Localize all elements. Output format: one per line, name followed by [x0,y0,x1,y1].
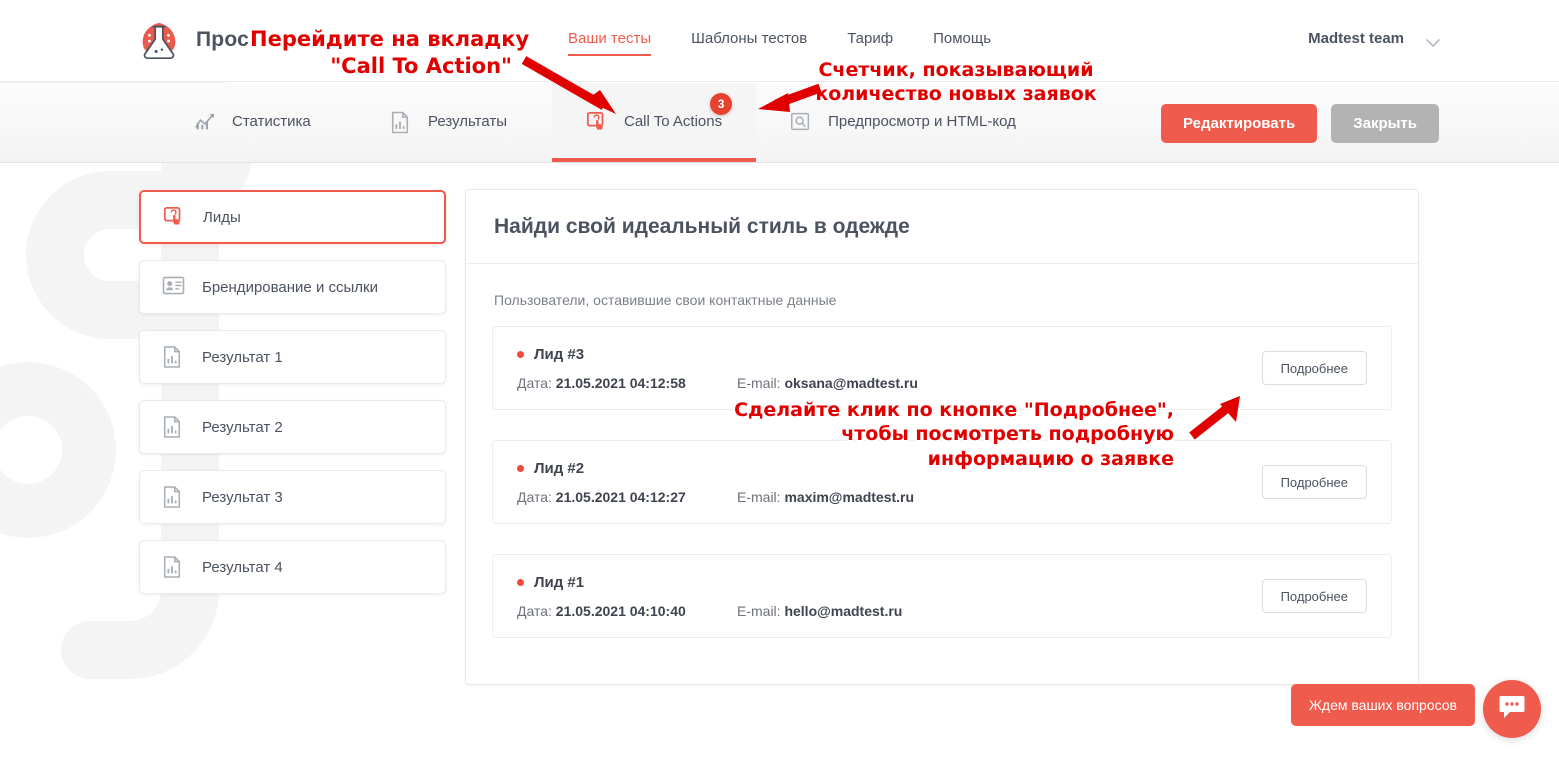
flask-logo-icon[interactable] [138,20,180,62]
lead-email-cell: E-mail: hello@madtest.ru [737,603,902,619]
tab-call-to-actions-label: Call To Actions [624,113,723,131]
date-label: Дата: [517,602,552,619]
close-button[interactable]: Закрыть [1331,104,1439,143]
tab-results-label: Результаты [428,113,507,131]
nav-item-tariff[interactable]: Тариф [827,30,913,47]
top-header: Прос Ваши тесты Шаблоны тестов Тариф Пом… [0,0,1559,82]
chat-bubble-icon [1498,694,1526,725]
tab-statistics[interactable]: Статистика [160,83,356,162]
email-label: E-mail: [737,488,781,505]
lead-date-cell: Дата: 21.05.2021 04:12:27 [517,489,737,505]
sidebar: Лиды Брендирование и ссылки Результат 1 … [139,190,446,610]
sidebar-item-branding-label: Брендирование и ссылки [202,278,378,296]
sidebar-item-result-2[interactable]: Результат 2 [139,400,446,454]
lead-list: Лид #3 Дата: 21.05.2021 04:12:58 E-mail:… [466,308,1418,638]
sidebar-item-leads-label: Лиды [203,208,241,226]
list-item: Лид #2 Дата: 21.05.2021 04:12:27 E-mail:… [492,440,1392,524]
list-item: Лид #1 Дата: 21.05.2021 04:10:40 E-mail:… [492,554,1392,638]
lead-title: Лид #2 [534,459,585,477]
lead-date-value: 21.05.2021 04:12:27 [555,488,686,505]
tab-action-buttons: Редактировать Закрыть [1161,104,1439,143]
sidebar-item-result-2-label: Результат 2 [202,418,283,436]
sidebar-item-result-3-label: Результат 3 [202,488,283,506]
tab-preview-html[interactable]: Предпросмотр и HTML-код [756,83,1050,162]
edit-button[interactable]: Редактировать [1161,104,1318,143]
email-label: E-mail: [737,602,781,619]
status-dot-icon [517,578,524,586]
sidebar-item-result-1[interactable]: Результат 1 [139,330,446,384]
panel-header: Найди свой идеальный стиль в одежде [466,190,1418,264]
sidebar-item-branding[interactable]: Брендирование и ссылки [139,260,446,314]
main-content: Лиды Брендирование и ссылки Результат 1 … [0,164,1559,758]
tab-call-to-actions[interactable]: Call To Actions 3 [552,83,757,162]
lead-email-value: maxim@madtest.ru [784,488,915,505]
magnifier-box-icon [790,111,812,135]
sidebar-item-result-1-label: Результат 1 [202,348,283,366]
nav-item-test-templates[interactable]: Шаблоны тестов [671,30,827,47]
leads-panel: Найди свой идеальный стиль в одежде Поль… [465,189,1419,685]
user-menu[interactable]: Madtest team [1308,30,1440,47]
lead-title-row: Лид #2 [517,460,1262,477]
lead-email-value: oksana@madtest.ru [784,374,918,391]
document-chart-icon [162,556,184,578]
lead-meta: Дата: 21.05.2021 04:10:40 E-mail: hello@… [517,603,1262,619]
new-leads-badge: 3 [710,93,733,115]
document-chart-icon [162,416,184,438]
lead-title: Лид #3 [534,345,585,363]
lead-meta: Дата: 21.05.2021 04:12:58 E-mail: oksana… [517,375,1262,391]
status-dot-icon [517,350,524,358]
date-label: Дата: [517,488,552,505]
tab-list: Статистика Результаты Call To Actions 3 … [160,83,1050,162]
tab-results[interactable]: Результаты [356,83,552,162]
email-label: E-mail: [737,374,781,391]
lead-info: Лид #2 Дата: 21.05.2021 04:12:27 E-mail:… [517,460,1262,505]
nav-item-your-tests[interactable]: Ваши тесты [568,30,671,56]
lead-date-value: 21.05.2021 04:12:58 [555,374,686,391]
lead-date-cell: Дата: 21.05.2021 04:10:40 [517,603,737,619]
lead-email-cell: E-mail: oksana@madtest.ru [737,375,918,391]
chart-line-icon [194,111,216,135]
tab-preview-html-label: Предпросмотр и HTML-код [828,113,1016,131]
page-title: Найди свой идеальный стиль в одежде [494,214,910,238]
nav-item-help[interactable]: Помощь [913,30,1011,47]
tab-bar: Статистика Результаты Call To Actions 3 … [0,83,1559,163]
sidebar-item-leads[interactable]: Лиды [139,190,446,244]
chat-bubble-button[interactable] [1483,680,1541,738]
id-card-icon [162,276,185,298]
chat-prompt-label[interactable]: Ждем ваших вопросов [1290,684,1475,726]
lead-title-row: Лид #3 [517,346,1262,363]
lead-info: Лид #3 Дата: 21.05.2021 04:12:58 E-mail:… [517,346,1262,391]
lead-title-row: Лид #1 [517,574,1262,591]
document-chart-icon [390,111,412,135]
tab-statistics-label: Статистика [232,113,311,131]
lead-date-value: 21.05.2021 04:10:40 [555,602,686,619]
sidebar-item-result-3[interactable]: Результат 3 [139,470,446,524]
sidebar-item-result-4[interactable]: Результат 4 [139,540,446,594]
top-navigation: Ваши тесты Шаблоны тестов Тариф Помощь [568,30,1011,56]
date-label: Дата: [517,374,552,391]
lead-info: Лид #1 Дата: 21.05.2021 04:10:40 E-mail:… [517,574,1262,619]
details-button[interactable]: Подробнее [1261,579,1367,613]
document-chart-icon [162,346,184,368]
status-dot-icon [517,464,524,472]
lead-meta: Дата: 21.05.2021 04:12:27 E-mail: maxim@… [517,489,1262,505]
list-item: Лид #3 Дата: 21.05.2021 04:12:58 E-mail:… [492,326,1392,410]
cursor-click-icon [586,111,608,135]
sidebar-item-result-4-label: Результат 4 [202,558,283,576]
cursor-click-icon [163,206,185,228]
details-button[interactable]: Подробнее [1261,351,1367,385]
panel-subtitle: Пользователи, оставившие свои контактные… [494,292,837,308]
brand-name: Прос [196,28,249,51]
lead-email-value: hello@madtest.ru [784,602,903,619]
lead-title: Лид #1 [534,573,585,591]
lead-email-cell: E-mail: maxim@madtest.ru [737,489,914,505]
document-chart-icon [162,486,184,508]
user-menu-label: Madtest team [1308,30,1404,47]
lead-date-cell: Дата: 21.05.2021 04:12:58 [517,375,737,391]
details-button[interactable]: Подробнее [1261,465,1367,499]
chevron-down-icon [1426,35,1440,47]
